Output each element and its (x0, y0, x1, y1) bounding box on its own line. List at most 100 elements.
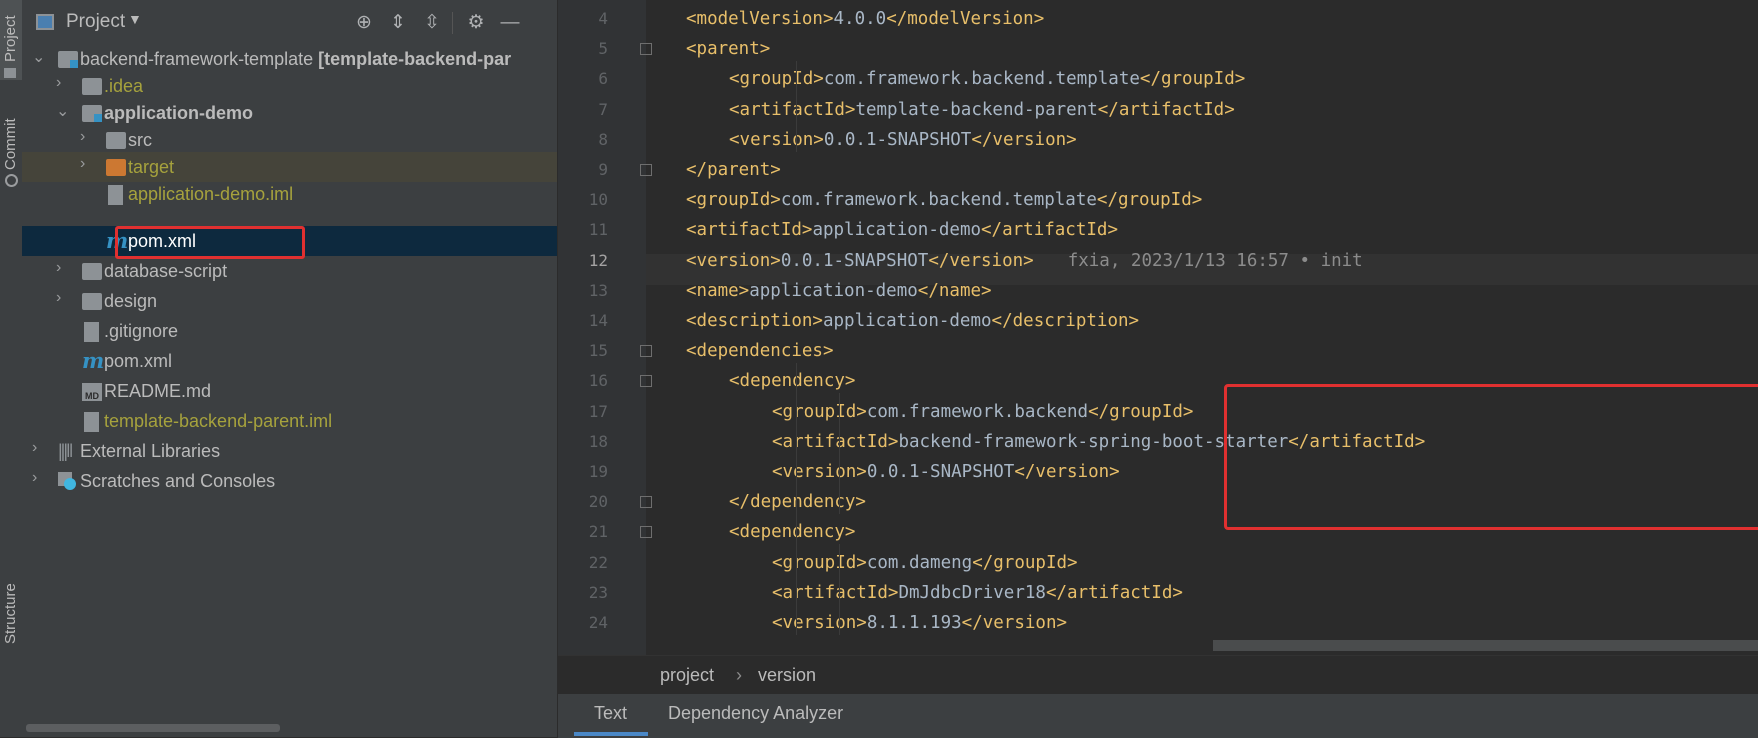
chevron-right-icon[interactable]: › (32, 469, 46, 487)
xml-close-tag: </groupId> (1139, 69, 1246, 90)
chevron-right-icon[interactable]: › (56, 259, 70, 277)
tree-item-label: External Libraries (80, 441, 221, 461)
collapse-all-icon[interactable]: ⇳ (418, 9, 446, 37)
xml-text: com.dameng (866, 552, 973, 573)
tree-item-label: application-demo (104, 103, 254, 123)
code-line[interactable]: <artifactId>DmJdbcDriver18</artifactId> (558, 577, 1758, 608)
xml-text: application-demo (822, 311, 992, 331)
chevron-down-icon[interactable]: ⌄ (56, 101, 70, 121)
project-tool-tab[interactable]: Project (0, 0, 22, 80)
tree-item-label: pom.xml (104, 351, 173, 371)
tree-item-readme[interactable]: MD README.md (22, 376, 557, 406)
chevron-down-icon[interactable]: ⌄ (32, 47, 46, 67)
code-line[interactable]: <parent> (558, 33, 1758, 64)
commit-tool-tab[interactable]: Commit (0, 108, 22, 208)
chevron-down-icon[interactable]: ▼ (128, 11, 142, 27)
expand-all-icon[interactable]: ⇕ (384, 9, 412, 37)
fold-marker-icon[interactable] (640, 43, 652, 56)
tree-item-template-backend-parent-iml[interactable]: template-backend-parent.iml (22, 406, 557, 436)
tab-text[interactable]: Text (594, 703, 627, 724)
project-panel-title[interactable]: Project (66, 11, 125, 33)
code-line[interactable]: <groupId>com.dameng</groupId> (558, 547, 1758, 578)
chevron-right-icon[interactable]: › (56, 74, 70, 92)
xml-open-tag: <version> (772, 613, 867, 633)
xml-close-tag: </groupId> (972, 552, 1078, 573)
tree-item-database-script[interactable]: › database-script (22, 256, 557, 286)
xml-open-tag: <modelVersion> (686, 9, 834, 29)
code-content: <modelVersion>4.0.0</modelVersion> (686, 9, 1044, 29)
xml-open-tag: <parent> (686, 39, 771, 60)
code-content: <version>0.0.1-SNAPSHOT</version> fxia, 2… (686, 251, 1363, 271)
tree-item-pom-xml[interactable]: m pom.xml (22, 346, 557, 376)
xml-text: 0.0.1-SNAPSHOT (866, 462, 1015, 482)
tree-item-target[interactable]: › target (22, 152, 557, 182)
module-folder-icon (82, 105, 102, 122)
code-line[interactable]: </parent> (558, 154, 1758, 185)
tab-dependency-analyzer[interactable]: Dependency Analyzer (668, 703, 843, 724)
chevron-right-icon[interactable]: › (80, 155, 94, 173)
code-content: <version>8.1.1.193</version> (772, 613, 1067, 633)
tree-item-label: target (128, 157, 175, 177)
tree-item-scratches[interactable]: › Scratches and Consoles (22, 466, 557, 496)
fold-marker-icon[interactable] (640, 526, 652, 539)
folder-icon (4, 68, 16, 78)
xml-text: application-demo (812, 220, 982, 241)
tree-item-idea[interactable]: › .idea (22, 71, 557, 101)
code-line[interactable]: <name>application-demo</name> (558, 275, 1758, 306)
code-line[interactable]: <artifactId>application-demo</artifactId… (558, 214, 1758, 245)
fold-marker-icon[interactable] (640, 164, 652, 176)
chevron-right-icon[interactable]: › (56, 289, 70, 307)
xml-text: 0.0.1-SNAPSHOT (780, 250, 929, 271)
project-panel-header: Project ▼ ⊕ ⇕ ⇳ ⚙ — (22, 0, 557, 46)
code-line[interactable]: <modelVersion>4.0.0</modelVersion> (558, 3, 1758, 34)
xml-open-tag: <artifactId> (772, 431, 899, 452)
fold-marker-icon[interactable] (640, 375, 652, 388)
libraries-icon: |||‖ (58, 441, 74, 461)
xml-open-tag: <description> (686, 311, 823, 331)
code-line[interactable]: <groupId>com.framework.backend.template<… (558, 63, 1758, 94)
code-content: </parent> (686, 160, 781, 180)
code-content: <groupId>com.framework.backend.template<… (686, 190, 1202, 210)
breadcrumb: project › version (558, 655, 1758, 694)
code-line[interactable]: <version>8.1.1.193</version> (558, 607, 1758, 638)
xml-open-tag: </dependency> (729, 492, 866, 513)
tree-item-src[interactable]: › src (22, 125, 557, 155)
project-panel: Project ▼ ⊕ ⇕ ⇳ ⚙ — ⌄ backend-framework-… (22, 0, 557, 737)
tree-item-application-demo-iml[interactable]: application-demo.iml (22, 179, 557, 209)
code-line[interactable]: <description>application-demo</descripti… (558, 305, 1758, 336)
tree-item-gitignore[interactable]: .gitignore (22, 316, 557, 346)
breadcrumb-item-project[interactable]: project (660, 665, 714, 686)
editor-horizontal-scrollbar[interactable] (1213, 640, 1758, 651)
gear-icon[interactable]: ⚙ (462, 9, 490, 37)
structure-tool-tab[interactable]: Structure (0, 572, 22, 732)
code-line[interactable]: <version>0.0.1-SNAPSHOT</version> fxia, 2… (558, 245, 1758, 276)
xml-open-tag: <groupId> (772, 552, 867, 573)
editor-bottom-tabs: Text Dependency Analyzer (558, 693, 1758, 738)
indent-guide (796, 363, 797, 635)
locate-icon[interactable]: ⊕ (350, 9, 378, 37)
xml-close-tag: </artifactId> (1097, 99, 1235, 120)
chevron-right-icon[interactable]: › (80, 128, 94, 146)
fold-marker-icon[interactable] (640, 345, 652, 358)
code-line[interactable]: <groupId>com.framework.backend.template<… (558, 184, 1758, 215)
structure-tool-tab-label: Structure (2, 583, 19, 644)
code-line[interactable]: <dependencies> (558, 335, 1758, 366)
chevron-right-icon[interactable]: › (32, 439, 46, 457)
code-line[interactable]: <artifactId>template-backend-parent</art… (558, 94, 1758, 125)
xml-text: template-backend-parent (855, 99, 1098, 120)
fold-marker-icon[interactable] (640, 496, 652, 509)
tree-item-backend-framework-template[interactable]: ⌄ backend-framework-template [template-b… (22, 44, 557, 74)
minimize-icon[interactable]: — (496, 9, 524, 37)
horizontal-scrollbar[interactable] (26, 724, 280, 732)
code-content: <artifactId>template-backend-parent</art… (729, 100, 1235, 120)
code-editor[interactable]: 4 5 6 7 8 9 10 11 12 13 14 15 16 17 18 19 20 21 22 23 24 <mod… (558, 0, 1758, 655)
tree-item-design[interactable]: › design (22, 286, 557, 316)
commit-icon (5, 174, 18, 187)
tree-item-application-demo[interactable]: ⌄ application-demo (22, 98, 557, 128)
xml-close-tag: </modelVersion> (886, 9, 1045, 29)
code-line[interactable]: <version>0.0.1-SNAPSHOT</version> (558, 124, 1758, 155)
code-content: </dependency> (729, 492, 866, 512)
tree-item-external-libraries[interactable]: › |||‖ External Libraries (22, 436, 557, 466)
tree-item-label: design (104, 291, 158, 311)
breadcrumb-item-version[interactable]: version (758, 665, 816, 686)
